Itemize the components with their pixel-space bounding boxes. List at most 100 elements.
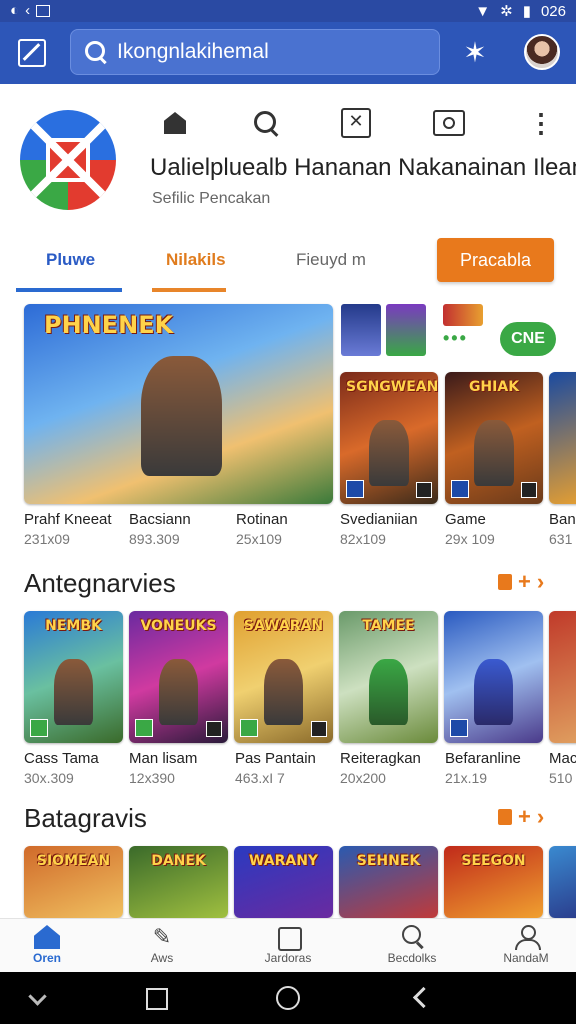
game-card[interactable]: [444, 611, 543, 743]
nav-item-4[interactable]: Becdolks: [362, 919, 462, 973]
calendar-icon: [275, 925, 302, 951]
nav-item-5[interactable]: NandaM: [476, 919, 576, 973]
game-title: Bacsiann: [129, 511, 191, 528]
more-icon[interactable]: [524, 106, 558, 140]
thumbnail[interactable]: [341, 304, 381, 356]
home-icon[interactable]: [158, 106, 192, 140]
search-icon: [399, 925, 425, 949]
game-title: Game: [445, 511, 486, 528]
wifi-icon: ▼: [475, 2, 491, 20]
avatar[interactable]: [524, 34, 560, 70]
game-card[interactable]: WARANY: [234, 846, 333, 918]
tab-2[interactable]: Nilakils: [166, 250, 226, 270]
bookmark-icon: [498, 574, 512, 590]
bottom-nav: Oren Aws Jardoras Becdolks NandaM: [0, 918, 576, 972]
game-size: 30x.309: [24, 770, 74, 786]
game-size: 21x.19: [445, 770, 488, 786]
game-card[interactable]: VONEUKS: [129, 611, 228, 743]
game-card[interactable]: SEHNEK: [339, 846, 438, 918]
camera-icon[interactable]: [432, 106, 466, 140]
back-arrow-icon: ‹: [25, 2, 31, 19]
tab-1[interactable]: Pluwe: [46, 250, 95, 270]
search-input[interactable]: [117, 40, 417, 64]
nav-item-2[interactable]: Aws: [112, 919, 212, 973]
section-more-button[interactable]: + ›: [498, 804, 554, 829]
primary-button[interactable]: Pracabla: [437, 238, 554, 282]
game-size: 463.xI 7: [235, 770, 285, 786]
settings-icon: ✲: [500, 3, 513, 20]
game-size: 20x200: [340, 770, 386, 786]
thumbnail[interactable]: [386, 304, 426, 356]
game-card[interactable]: [549, 611, 576, 743]
game-title: Reiteragkan: [340, 750, 421, 767]
game-title: Mac: [549, 750, 576, 767]
game-size: 82x109: [340, 531, 386, 547]
app-logo: [20, 110, 116, 210]
game-title: Befaranline: [445, 750, 521, 767]
game-size: 231x09: [24, 531, 70, 547]
app-subtitle: Sefilic Pencakan: [152, 190, 271, 207]
search-bar[interactable]: [70, 29, 440, 75]
game-size: 510: [549, 770, 573, 786]
battery-icon: ▮: [522, 3, 531, 20]
featured-hero-card[interactable]: PHNENEK: [24, 304, 333, 504]
game-card[interactable]: TAMEE: [339, 611, 438, 743]
search-icon: [85, 41, 107, 63]
sim-icon: [36, 4, 51, 17]
home-icon: [34, 925, 60, 949]
game-size: 12x390: [129, 770, 175, 786]
tab-2-underline: [152, 288, 226, 292]
game-card[interactable]: [549, 846, 576, 918]
nav-item-1[interactable]: Oren: [0, 919, 97, 973]
clock: 026: [540, 2, 566, 20]
chevron-down-icon[interactable]: [26, 986, 50, 1010]
game-card[interactable]: SIOMEAN: [24, 846, 123, 918]
game-card[interactable]: GHIAK: [445, 372, 543, 504]
chevron-right-icon: ›: [536, 569, 545, 594]
game-title: Pas Pantain: [235, 750, 316, 767]
pencil-icon: [149, 925, 175, 949]
game-card[interactable]: SGNGWEAN: [340, 372, 438, 504]
system-nav-bar: [0, 972, 576, 1024]
section-title: Batagravis: [24, 803, 147, 833]
search-icon[interactable]: [249, 106, 283, 140]
count-badge[interactable]: CNE: [500, 322, 556, 356]
add-icon: +: [518, 804, 531, 829]
thumbnail[interactable]: [443, 304, 483, 326]
bookmark-icon: [498, 809, 512, 825]
game-card[interactable]: SAWARAN: [234, 611, 333, 743]
user-icon: [513, 925, 541, 950]
signal-icon: ◐: [10, 2, 20, 19]
close-icon[interactable]: [339, 106, 373, 140]
game-title: Cass Tama: [24, 750, 99, 767]
game-card[interactable]: NEMBK: [24, 611, 123, 743]
add-icon: +: [518, 569, 531, 594]
nav-item-3[interactable]: Jardoras: [238, 919, 338, 973]
star-icon[interactable]: ✶: [460, 38, 490, 68]
game-card[interactable]: SEEGON: [444, 846, 543, 918]
game-size: 25x109: [236, 531, 282, 547]
section-more-button[interactable]: + ›: [498, 569, 554, 594]
game-title: Prahf Kneeat: [24, 511, 112, 528]
status-bar: ◐ ‹ ▼ ✲ ▮ 026: [0, 0, 576, 22]
pagination-dots: •••: [443, 328, 468, 348]
game-title: Ban: [549, 511, 576, 528]
game-title: Man lisam: [129, 750, 198, 767]
tab-1-underline: [16, 288, 122, 292]
recents-icon[interactable]: [144, 986, 168, 1010]
tab-3[interactable]: Fieuyd m: [296, 250, 366, 270]
game-size: 29x 109: [445, 531, 495, 547]
chevron-right-icon: ›: [536, 804, 545, 829]
game-title: Svedianiian: [340, 511, 418, 528]
game-card[interactable]: DANEK: [129, 846, 228, 918]
section-title: Antegnarvies: [24, 568, 176, 598]
game-title: Rotinan: [236, 511, 288, 528]
game-size: 631: [549, 531, 573, 547]
edit-icon[interactable]: [18, 39, 46, 67]
home-button-icon[interactable]: [276, 986, 300, 1010]
back-icon[interactable]: [408, 986, 432, 1010]
game-size: 893.309: [129, 531, 180, 547]
game-card[interactable]: [549, 372, 576, 504]
app-title: Ualielpluealb Hananan Nakanainan Ilean: [150, 154, 576, 181]
screen: ◐ ‹ ▼ ✲ ▮ 026 ✶ Ualielpluealb Hananan Na…: [0, 0, 576, 1024]
